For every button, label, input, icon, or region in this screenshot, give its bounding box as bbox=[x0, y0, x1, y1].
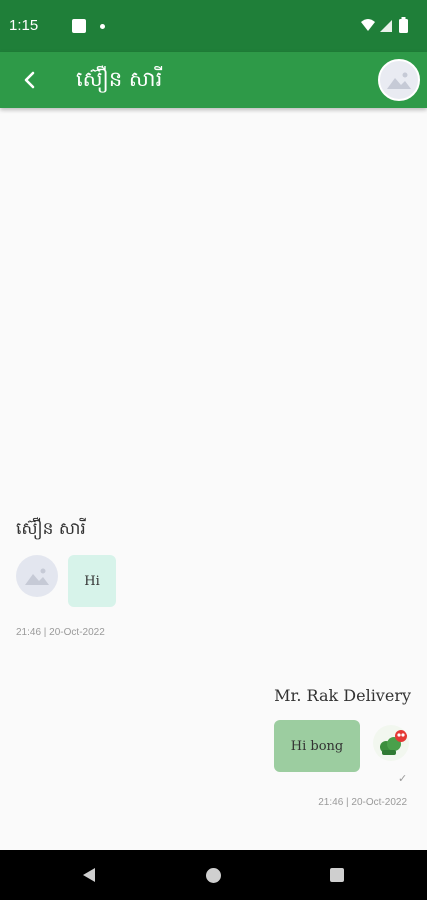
outgoing-timestamp: 21:46 | 20-Oct-2022 bbox=[318, 797, 407, 808]
incoming-message-text: Hi bbox=[84, 573, 100, 589]
contact-avatar[interactable] bbox=[378, 59, 420, 101]
delivery-logo-icon bbox=[380, 730, 407, 755]
image-placeholder-icon bbox=[387, 72, 411, 89]
status-bar: 1:15 bbox=[0, 0, 427, 52]
incoming-avatar bbox=[16, 555, 58, 597]
system-navigation-bar bbox=[0, 850, 427, 900]
status-time: 1:15 bbox=[9, 17, 39, 34]
page-title: ស៊ឿន សារី bbox=[76, 67, 163, 91]
incoming-sender-name: ស៊ឿន សារី bbox=[16, 519, 86, 539]
back-arrow-icon bbox=[24, 71, 35, 89]
notification-square-icon bbox=[72, 19, 86, 33]
chat-thread[interactable]: ស៊ឿន សារី Hi 21:46 | 20-Oct-2022 Mr. Rak… bbox=[0, 108, 427, 850]
incoming-timestamp: 21:46 | 20-Oct-2022 bbox=[16, 627, 105, 638]
nav-back-icon[interactable] bbox=[82, 867, 96, 883]
image-placeholder-icon bbox=[25, 568, 49, 585]
wifi-icon bbox=[361, 19, 375, 31]
app-bar: ស៊ឿន សារី bbox=[0, 52, 427, 108]
battery-icon bbox=[399, 19, 408, 33]
nav-home-icon[interactable] bbox=[206, 868, 221, 883]
status-icons bbox=[361, 17, 408, 33]
outgoing-message-text: Hi bong bbox=[290, 738, 344, 754]
incoming-message-bubble[interactable]: Hi bbox=[68, 555, 116, 607]
notification-dot-icon bbox=[100, 24, 105, 29]
signal-icon bbox=[380, 20, 392, 32]
read-receipt-icon: ✓ bbox=[398, 772, 408, 785]
outgoing-sender-name: Mr. Rak Delivery bbox=[274, 686, 411, 705]
back-button[interactable] bbox=[12, 62, 48, 98]
outgoing-message-bubble[interactable]: Hi bong bbox=[274, 720, 360, 772]
nav-recents-icon[interactable] bbox=[330, 868, 344, 882]
outgoing-avatar bbox=[373, 725, 409, 761]
